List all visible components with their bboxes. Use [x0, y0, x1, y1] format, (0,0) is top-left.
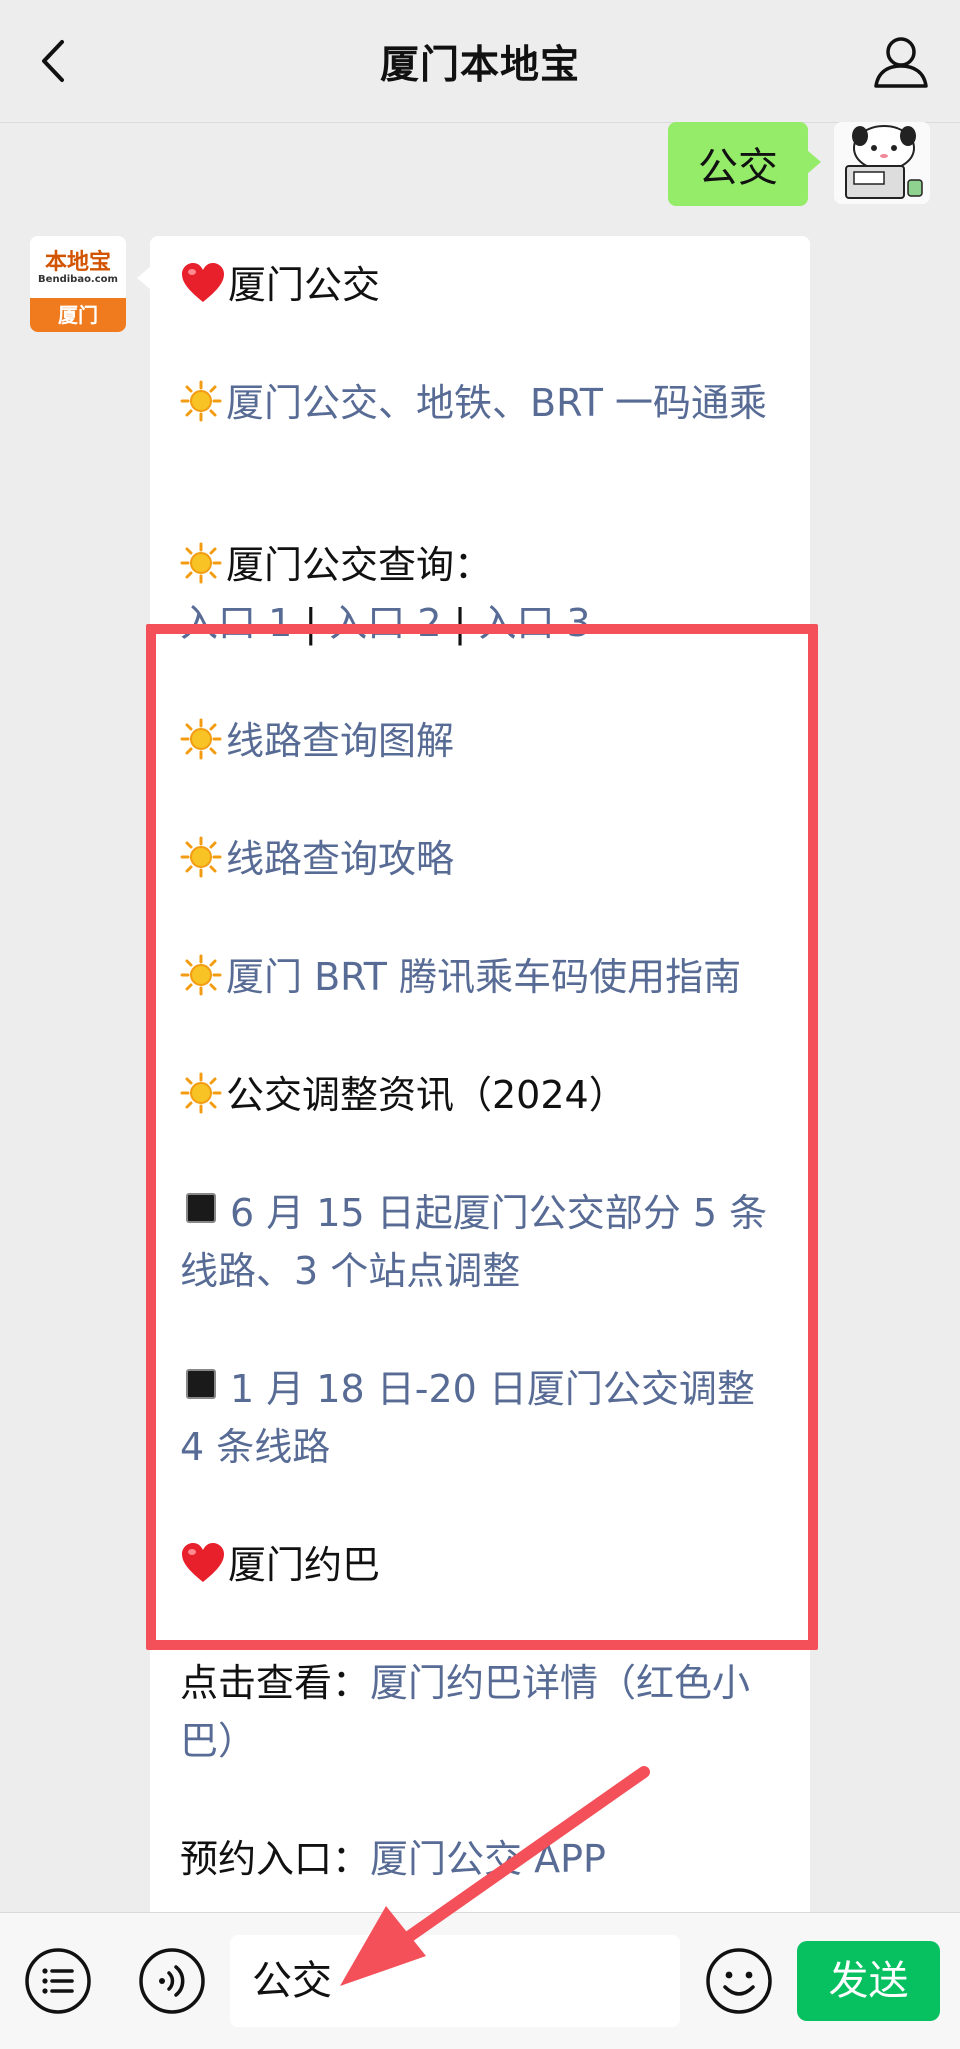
user-message-text: 公交: [698, 145, 778, 191]
chat-area[interactable]: 公交 本地宝 Bendibao.com 厦门 厦门公交 厦门公交、地铁、BRT …: [0, 122, 960, 1912]
link-one-code-ride[interactable]: 厦门公交、地铁、BRT 一码通乘: [226, 381, 767, 425]
entry-link-2[interactable]: 入口 2: [329, 601, 441, 645]
black-square-icon: [186, 1193, 216, 1223]
input-bar: 公交 发送: [0, 1912, 960, 2049]
heart-icon: [180, 1542, 226, 1584]
bot-message-bubble: 厦门公交 厦门公交、地铁、BRT 一码通乘 厦门公交查询： 入口 1 | 入口 …: [137, 236, 810, 1912]
entry-link-3[interactable]: 入口 3: [478, 601, 590, 645]
bus-news-heading: 公交调整资讯（2024）: [226, 1073, 627, 1117]
cartoon-avatar-icon: [834, 122, 930, 204]
list-item: 点击查看：厦门约巴详情（红色小巴）: [180, 1654, 790, 1770]
user-avatar[interactable]: [834, 122, 930, 204]
avatar-domain-text: Bendibao.com: [38, 274, 118, 285]
sun-icon: [180, 380, 222, 422]
voice-icon[interactable]: [138, 1947, 206, 2015]
list-item: 公交调整资讯（2024）: [180, 1066, 790, 1124]
avatar-city-text: 厦门: [30, 298, 126, 332]
list-item: 厦门公交查询：: [180, 536, 790, 594]
list-item: 预约入口：厦门公交 APP: [180, 1830, 790, 1888]
avatar-logo-text: 本地宝: [44, 249, 111, 275]
link-route-guide[interactable]: 线路查询攻略: [226, 837, 454, 881]
page-title: 厦门本地宝: [379, 43, 580, 88]
bus-query-label: 厦门公交查询：: [226, 543, 493, 587]
top-bar: 厦门本地宝: [0, 0, 960, 123]
list-item[interactable]: 线路查询攻略: [180, 830, 790, 888]
sun-icon: [180, 718, 222, 760]
sun-icon: [180, 542, 222, 584]
entry-links: 入口 1 | 入口 2 | 入口 3: [180, 601, 591, 645]
section-heading-yueba: 厦门约巴: [180, 1536, 790, 1594]
view-prefix: 点击查看：: [180, 1661, 371, 1705]
heart-icon: [180, 262, 226, 304]
list-item[interactable]: 厦门公交、地铁、BRT 一码通乘: [180, 374, 790, 432]
emoji-icon[interactable]: [705, 1947, 773, 2015]
link-june-adjustment[interactable]: 6 月 15 日起厦门公交部分 5 条线路、3 个站点调整: [180, 1191, 767, 1293]
black-square-icon: [186, 1369, 216, 1399]
sun-icon: [180, 836, 222, 878]
menu-list-icon[interactable]: [24, 1947, 92, 2015]
list-item[interactable]: 厦门 BRT 腾讯乘车码使用指南: [180, 948, 790, 1006]
message-input[interactable]: 公交: [230, 1935, 680, 2027]
sun-icon: [180, 1072, 222, 1114]
list-item[interactable]: 1 月 18 日-20 日厦门公交调整 4 条线路: [180, 1360, 790, 1476]
link-january-adjustment[interactable]: 1 月 18 日-20 日厦门公交调整 4 条线路: [180, 1367, 755, 1469]
entry-link-1[interactable]: 入口 1: [180, 601, 292, 645]
user-message-bubble[interactable]: 公交: [668, 122, 821, 206]
sun-icon: [180, 954, 222, 996]
profile-icon[interactable]: [872, 34, 930, 90]
link-route-diagram[interactable]: 线路查询图解: [226, 719, 454, 763]
section-heading-bus: 厦门公交: [180, 256, 790, 314]
bot-avatar[interactable]: 本地宝 Bendibao.com 厦门: [30, 236, 126, 332]
link-brt-guide[interactable]: 厦门 BRT 腾讯乘车码使用指南: [226, 955, 741, 999]
send-button[interactable]: 发送: [797, 1941, 940, 2021]
link-bus-app[interactable]: 厦门公交 APP: [370, 1837, 606, 1881]
list-item[interactable]: 线路查询图解: [180, 712, 790, 770]
list-item[interactable]: 6 月 15 日起厦门公交部分 5 条线路、3 个站点调整: [180, 1184, 790, 1300]
booking-prefix: 预约入口：: [180, 1837, 371, 1881]
